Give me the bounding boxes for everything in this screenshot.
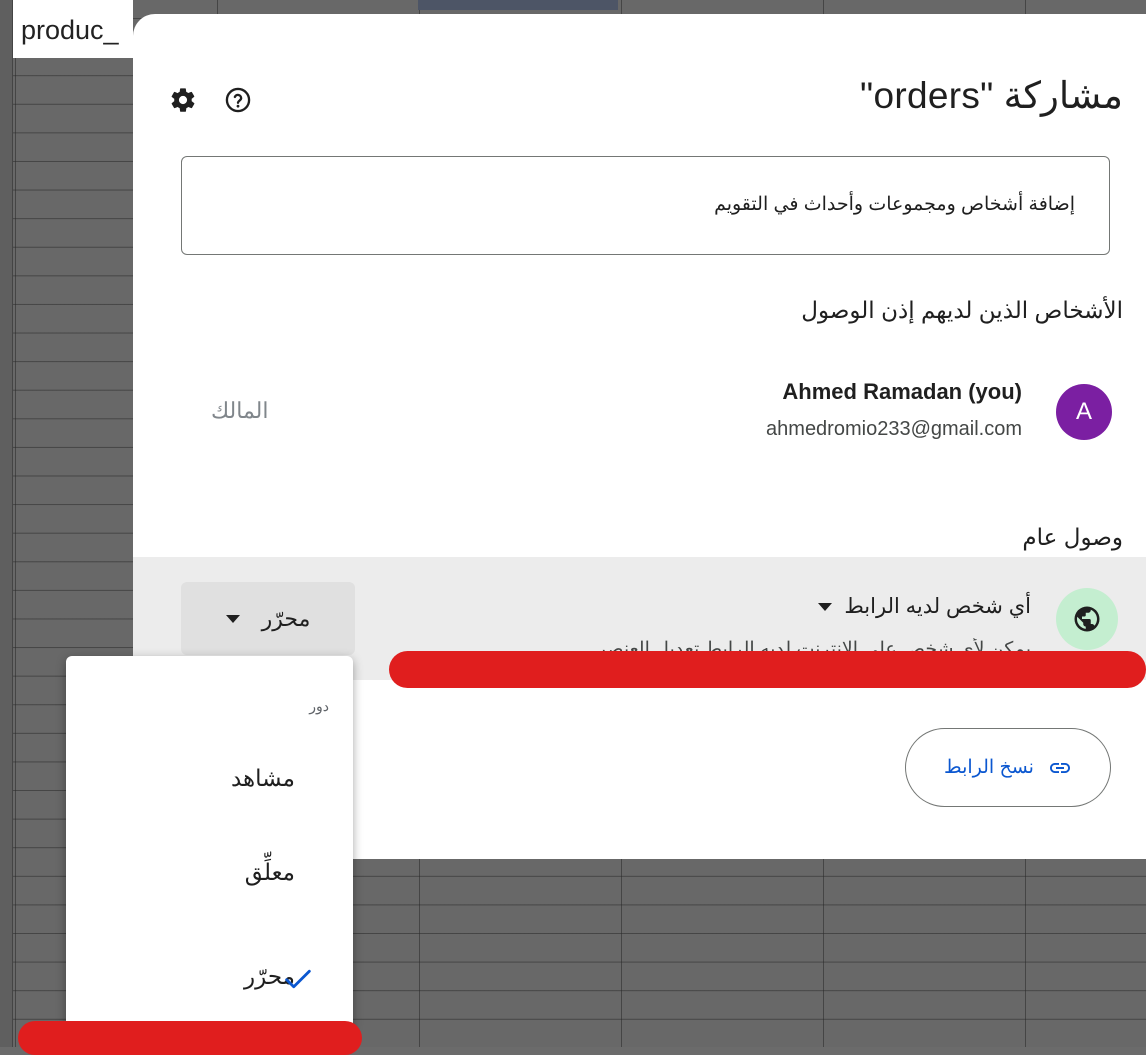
red-annotation-stroke (389, 651, 1146, 688)
settings-button[interactable] (165, 82, 201, 118)
avatar: A (1056, 384, 1112, 440)
owner-role: المالك (211, 398, 269, 423)
role-menu-item-commenter[interactable]: معلِّق (66, 842, 353, 902)
red-annotation-stroke (18, 1021, 362, 1055)
person-email: ahmedromio233@gmail.com (766, 418, 1022, 440)
copy-link-button[interactable]: نسخ الرابط (905, 728, 1111, 807)
check-icon (285, 969, 311, 989)
gear-icon (171, 88, 195, 112)
general-access-label: وصول عام (1022, 524, 1123, 550)
role-menu-item-viewer[interactable]: مشاهد (66, 748, 353, 808)
sheet-cell-text: produc_ (21, 15, 119, 45)
add-people-input[interactable]: إضافة أشخاص ومجموعات وأحداث في التقويم (181, 156, 1110, 255)
people-with-access-label: الأشخاص الذين لديهم إذن الوصول (801, 297, 1123, 323)
chevron-down-icon (225, 614, 240, 623)
role-menu: دور مشاهد معلِّق محرّر (66, 656, 353, 1028)
person-name: Ahmed Ramadan (you) (782, 379, 1022, 404)
add-people-placeholder: إضافة أشخاص ومجموعات وأحداث في التقويم (714, 194, 1075, 215)
link-access-dropdown[interactable]: أي شخص لديه الرابط (818, 594, 1031, 619)
link-icon (1049, 762, 1070, 773)
globe-icon-badge (1056, 588, 1118, 650)
globe-icon (1074, 606, 1100, 632)
copy-link-label: نسخ الرابط (944, 757, 1034, 778)
role-dropdown-button[interactable]: محرّر (181, 582, 355, 655)
sheet-column-header-selected (418, 0, 618, 10)
sheet-row-header (0, 0, 13, 1047)
dialog-title: مشاركة "orders" (860, 75, 1123, 116)
link-access-label: أي شخص لديه الرابط (844, 595, 1031, 618)
help-icon (225, 87, 251, 113)
sheet-cell[interactable]: produc_ (13, 0, 133, 58)
role-menu-item-label: مشاهد (230, 764, 295, 791)
role-menu-item-label: معلِّق (244, 858, 295, 885)
chevron-down-icon (818, 602, 833, 611)
role-menu-header: دور (309, 698, 329, 714)
help-button[interactable] (220, 82, 256, 118)
role-dropdown-label: محرّر (261, 605, 311, 631)
